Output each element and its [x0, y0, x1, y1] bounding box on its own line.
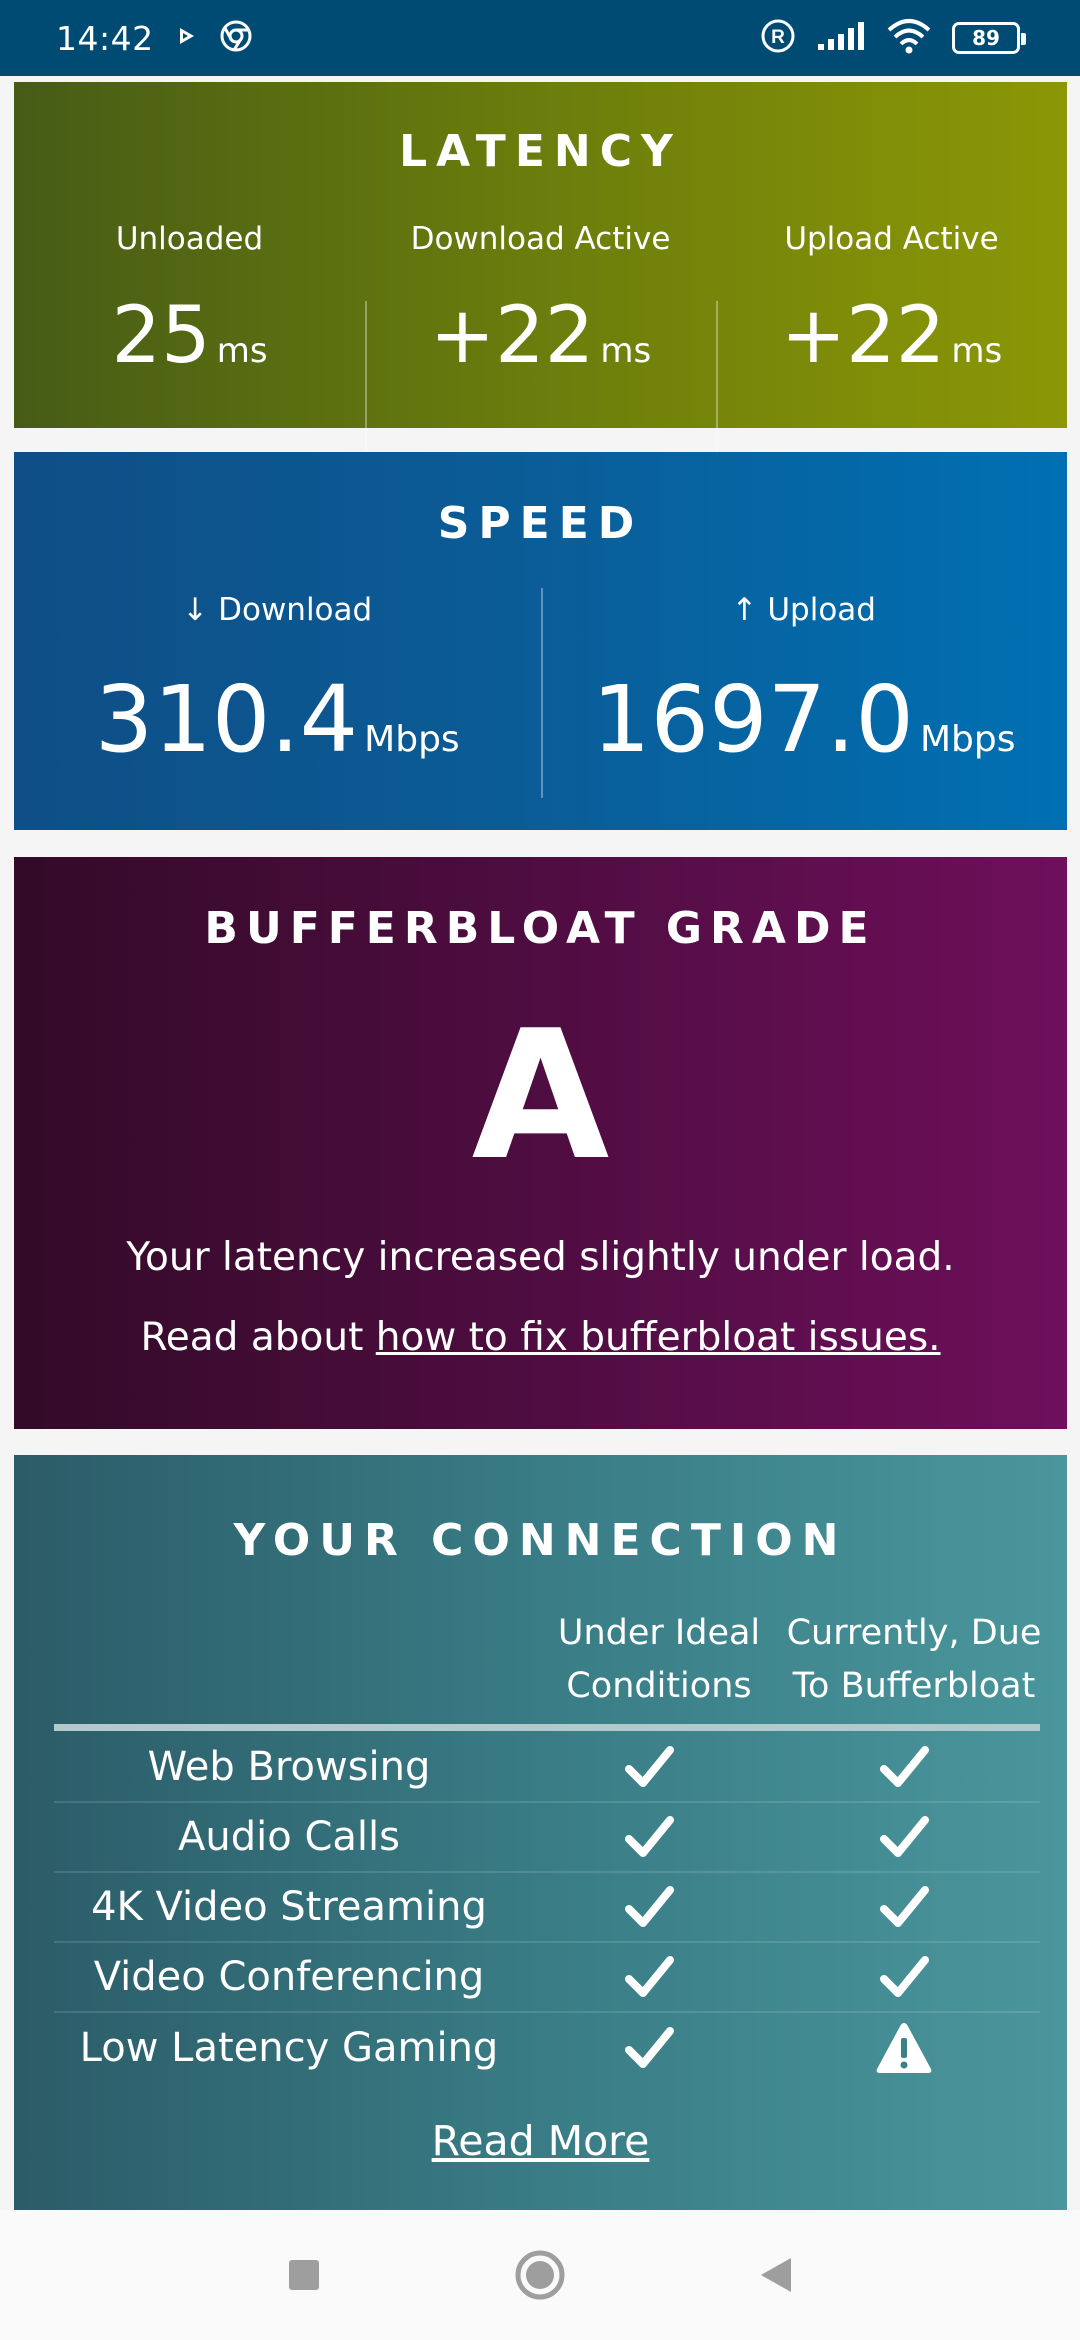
status-time: 14:42 [56, 18, 154, 58]
latency-value: 25 [111, 291, 211, 381]
latency-label: Download Active [410, 221, 671, 257]
grade-read-about: Read about how to fix bufferbloat issues… [14, 1315, 1067, 1360]
latency-download-active: Download Active +22 ms [365, 217, 716, 482]
speed-card: SPEED ↓ Download 310.4 Mbps ↑ Upload 1697… [14, 452, 1067, 830]
home-button[interactable] [510, 2245, 570, 2305]
connection-table-header: Under Ideal Conditions Currently, Due To… [534, 1607, 1044, 1712]
upload-unit: Mbps [919, 719, 1016, 760]
connection-table: Web Browsing Audio Calls 4K Video Streamin… [54, 1733, 1040, 2083]
check-icon [524, 2022, 774, 2074]
connection-title: YOUR CONNECTION [233, 1515, 848, 1566]
table-row: Audio Calls [54, 1803, 1040, 1873]
check-icon [774, 1881, 1034, 1933]
speed-upload: ↑ Upload 1697.0 Mbps [540, 588, 1068, 803]
latency-value: +22 [780, 291, 946, 381]
check-icon [774, 1951, 1034, 2003]
back-button[interactable] [746, 2245, 806, 2305]
circle-icon [515, 2250, 565, 2300]
table-row: Web Browsing [54, 1733, 1040, 1803]
speed-title: SPEED [437, 498, 644, 549]
grade-letter: A [471, 992, 610, 1199]
wifi-icon [886, 18, 932, 58]
check-icon [524, 1881, 774, 1933]
download-unit: Mbps [364, 719, 460, 760]
play-icon [176, 25, 198, 51]
battery-level: 89 [972, 26, 1000, 50]
download-value: 310.4 [94, 666, 359, 773]
connection-card: YOUR CONNECTION Under Ideal Conditions C… [14, 1455, 1067, 2210]
latency-label: Unloaded [115, 221, 264, 257]
download-label: ↓ Download [182, 592, 373, 628]
table-row: Low Latency Gaming [54, 2013, 1040, 2083]
check-icon [524, 1811, 774, 1863]
chrome-icon [220, 20, 252, 56]
upload-label: ↑ Upload [731, 592, 876, 628]
svg-text:R: R [771, 27, 785, 48]
activity-name: 4K Video Streaming [91, 1884, 487, 1930]
col-ideal-header: Under Ideal Conditions [557, 1613, 761, 1706]
latency-unit: ms [600, 331, 652, 371]
check-icon [774, 1741, 1034, 1793]
latency-unit: ms [951, 331, 1003, 371]
latency-label: Upload Active [784, 221, 999, 257]
navigation-bar [0, 2210, 1080, 2340]
bufferbloat-grade-card: BUFFERBLOAT GRADE A Your latency increas… [14, 857, 1067, 1429]
latency-title: LATENCY [399, 126, 682, 177]
activity-name: Video Conferencing [93, 1954, 485, 2000]
registered-icon: R [760, 18, 796, 58]
status-bar: 14:42 R 89 [0, 0, 1080, 76]
latency-unloaded: Unloaded 25 ms [14, 217, 365, 482]
table-header-rule [54, 1724, 1040, 1731]
speed-download: ↓ Download 310.4 Mbps [14, 588, 541, 803]
table-row: Video Conferencing [54, 1943, 1040, 2013]
col-current-header: Currently, Due To Bufferbloat [786, 1613, 1042, 1706]
grade-read-prefix: Read about [140, 1315, 376, 1360]
latency-unit: ms [216, 331, 268, 371]
recents-button[interactable] [274, 2245, 334, 2305]
latency-value: +22 [429, 291, 595, 381]
latency-card: LATENCY Unloaded 25 ms Download Active +2… [14, 82, 1067, 481]
square-icon [289, 2260, 319, 2290]
table-row: 4K Video Streaming [54, 1873, 1040, 1943]
activity-name: Audio Calls [178, 1814, 400, 1860]
latency-upload-active: Upload Active +22 ms [716, 217, 1067, 482]
signal-icon [816, 20, 866, 56]
back-triangle-icon [761, 2258, 791, 2292]
activity-name: Low Latency Gaming [79, 2025, 499, 2071]
grade-message: Your latency increased slightly under lo… [126, 1235, 955, 1280]
battery-icon: 89 [952, 22, 1026, 54]
check-icon [524, 1741, 774, 1793]
check-icon [774, 1811, 1034, 1863]
warning-icon [774, 2020, 1034, 2076]
check-icon [524, 1951, 774, 2003]
activity-name: Web Browsing [147, 1744, 431, 1790]
grade-title: BUFFERBLOAT GRADE [204, 903, 877, 954]
read-more-link[interactable]: Read More [14, 2117, 1067, 2165]
upload-value: 1697.0 [592, 666, 914, 773]
fix-bufferbloat-link[interactable]: how to fix bufferbloat issues. [376, 1315, 941, 1360]
